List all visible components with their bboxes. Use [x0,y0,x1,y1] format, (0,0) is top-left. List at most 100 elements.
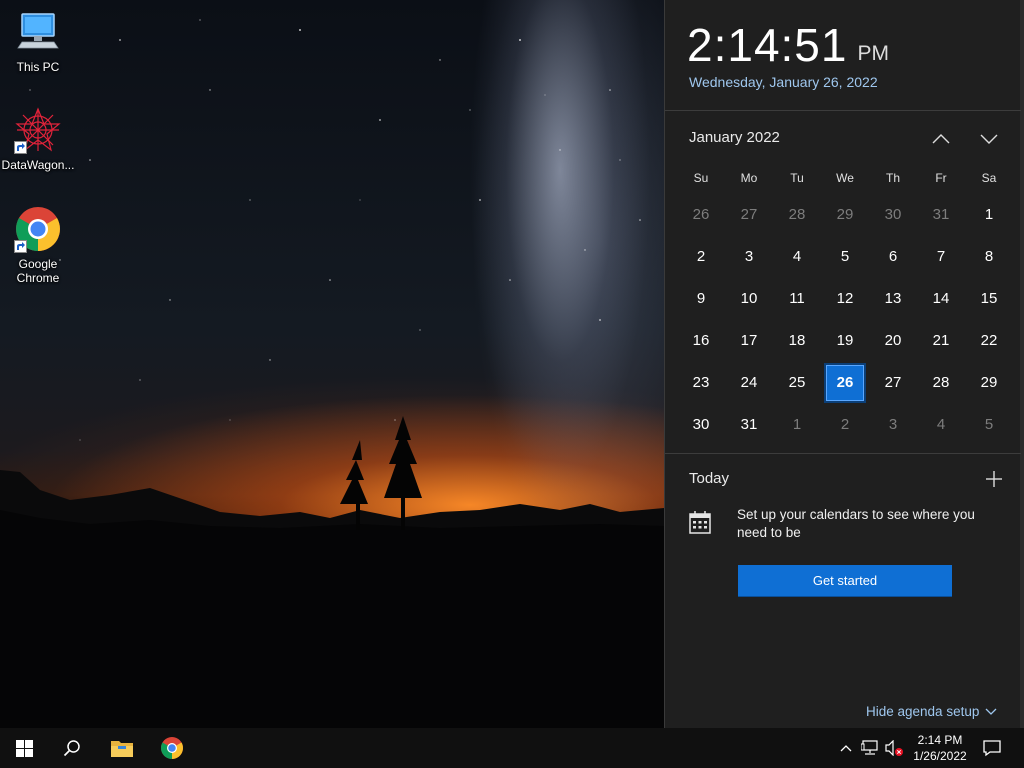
agenda-setup-message: Set up your calendars to see where you n… [737,507,975,540]
calendar-day[interactable]: 27 [725,194,773,236]
calendar-day-today[interactable]: 26 [821,362,869,404]
today-day-number: 26 [824,363,866,403]
desktop-icon-this-pc[interactable]: This PC [0,8,76,74]
calendar-day[interactable]: 31 [725,404,773,446]
desktop-icon-google-chrome[interactable]: Google Chrome [0,205,76,285]
calendar-day[interactable]: 3 [725,236,773,278]
calendar-day[interactable]: 20 [869,320,917,362]
long-date-link[interactable]: Wednesday, January 26, 2022 [689,74,878,90]
calendar-day[interactable]: 2 [677,236,725,278]
chrome-icon [161,737,183,759]
chrome-taskbar-button[interactable] [148,728,196,768]
weekday-label: Fr [935,171,947,185]
action-center-button[interactable] [982,738,1002,758]
weekday-header: Su Mo Tu We Th Fr Sa [677,162,1013,194]
shortcut-arrow-icon [14,141,27,154]
chevron-up-icon [840,745,852,752]
calendar-day[interactable]: 14 [917,278,965,320]
calendar-day[interactable]: 28 [773,194,821,236]
add-event-button[interactable] [983,468,1005,490]
desktop-icon-label: DataWagon... [1,158,75,172]
start-button[interactable] [0,728,48,768]
calendar-day[interactable]: 29 [965,362,1013,404]
chevron-up-icon [932,134,950,144]
calendar-day[interactable]: 22 [965,320,1013,362]
search-button[interactable] [48,728,96,768]
network-tray-button[interactable] [860,738,880,758]
calendar-day[interactable]: 13 [869,278,917,320]
folder-icon [111,741,133,757]
weekday-label: Mo [740,171,758,185]
calendar-day[interactable]: 6 [869,236,917,278]
calendar-day[interactable]: 15 [965,278,1013,320]
desktop-icon-datawagon[interactable]: DataWagon... [0,106,76,172]
calendar-day[interactable]: 12 [821,278,869,320]
calendar-day[interactable]: 1 [773,404,821,446]
network-icon [861,740,878,755]
calendar-week: 26 27 28 29 30 31 1 [677,194,1013,236]
calendar-day[interactable]: 21 [917,320,965,362]
calendar-day[interactable]: 29 [821,194,869,236]
calendar-day[interactable]: 11 [773,278,821,320]
time-digits: 2:14:51 [687,19,848,71]
volume-tray-button[interactable] [884,738,904,758]
desktop-icon-label: This PC [16,60,60,74]
weekday-label: Su [693,171,709,185]
calendar-day[interactable]: 10 [725,278,773,320]
weekday-label: Sa [981,171,997,185]
weekday-label: We [836,171,854,185]
calendar-day[interactable]: 26 [677,194,725,236]
taskbar: 2:14 PM 1/26/2022 [0,728,1024,768]
calendar-day[interactable]: 2 [821,404,869,446]
chrome-icon [14,205,62,253]
weekday-label: Th [885,171,900,185]
calendar-day[interactable]: 31 [917,194,965,236]
calendar-day[interactable]: 1 [965,194,1013,236]
current-time: 2:14:51 PM [687,20,889,70]
calendar-day[interactable]: 3 [869,404,917,446]
calendar-week: 30 31 1 2 3 4 5 [677,404,1013,446]
chevron-down-icon [985,708,997,715]
calendar-day[interactable]: 17 [725,320,773,362]
hide-agenda-setup-link[interactable]: Hide agenda setup [866,704,997,719]
calendar-week: 23 24 25 26 27 28 29 [677,362,1013,404]
calendar-day[interactable]: 4 [773,236,821,278]
calendar-day[interactable]: 5 [821,236,869,278]
taskbar-date: 1/26/2022 [913,749,967,763]
notification-icon [983,740,1001,757]
calendar-day[interactable]: 16 [677,320,725,362]
calendar-day[interactable]: 27 [869,362,917,404]
calendar-week: 2 3 4 5 6 7 8 [677,236,1013,278]
shortcut-arrow-icon [14,240,27,253]
calendar-day[interactable]: 24 [725,362,773,404]
taskbar-clock[interactable]: 2:14 PM 1/26/2022 [906,732,974,764]
calendar-day[interactable]: 25 [773,362,821,404]
this-pc-icon [14,8,62,56]
month-year-label[interactable]: January 2022 [689,129,780,146]
previous-month-button[interactable] [927,125,955,153]
hide-agenda-label: Hide agenda setup [866,704,980,719]
calendar-grid: Su Mo Tu We Th Fr Sa 26 27 28 29 30 31 1… [677,162,1013,446]
calendar-day[interactable]: 30 [869,194,917,236]
show-hidden-icons-button[interactable] [836,738,856,758]
file-explorer-button[interactable] [98,728,146,768]
calendar-day[interactable]: 23 [677,362,725,404]
calendar-day[interactable]: 18 [773,320,821,362]
calendar-day[interactable]: 7 [917,236,965,278]
calendar-day[interactable]: 28 [917,362,965,404]
calendar-day[interactable]: 4 [917,404,965,446]
windows-logo-icon [15,739,33,757]
agenda-today-label: Today [689,470,730,487]
calendar-day[interactable]: 30 [677,404,725,446]
calendar-day[interactable]: 9 [677,278,725,320]
calendar-day[interactable]: 8 [965,236,1013,278]
weekday-label: Tu [790,171,804,185]
next-month-button[interactable] [975,125,1003,153]
taskbar-time: 2:14 PM [917,733,963,747]
volume-muted-icon [885,740,903,756]
calendar-day[interactable]: 19 [821,320,869,362]
get-started-button[interactable]: Get started [738,565,952,597]
calendar-day[interactable]: 5 [965,404,1013,446]
clock-calendar-flyout: 2:14:51 PM Wednesday, January 26, 2022 J… [664,0,1024,728]
calendar-icon [689,510,711,534]
